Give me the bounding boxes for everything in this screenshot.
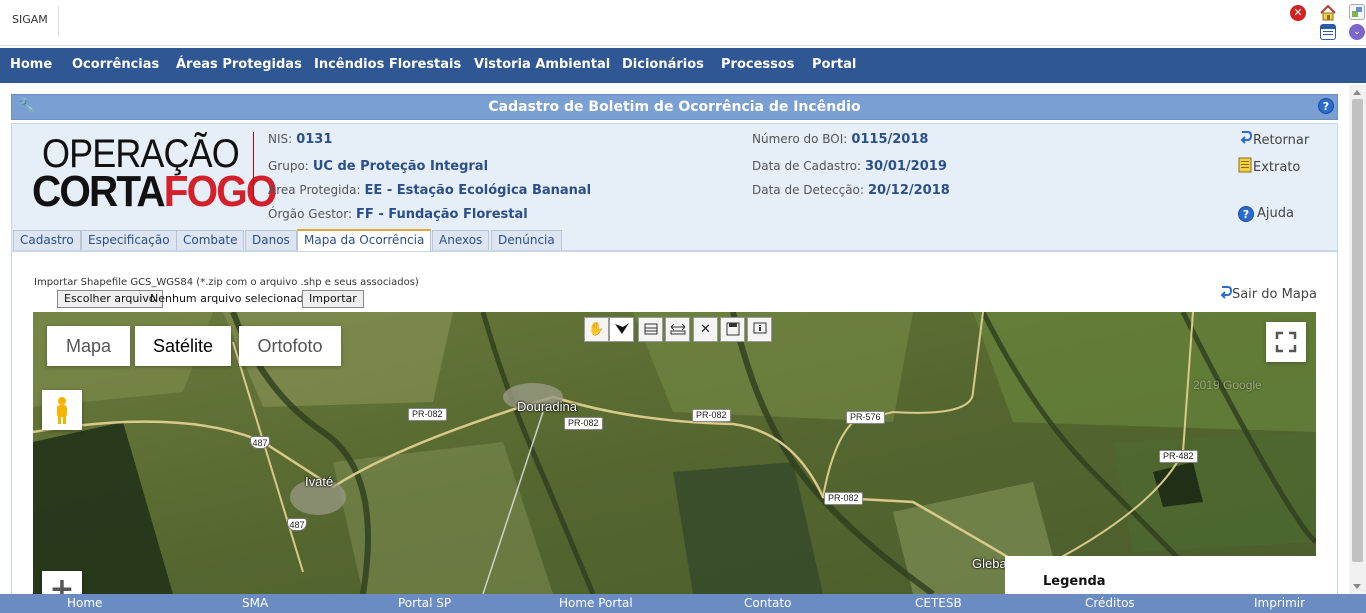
help-icon[interactable]: ?	[1318, 98, 1334, 114]
retornar-link[interactable]: Retornar	[1238, 130, 1309, 148]
nav-dicionarios[interactable]: Dicionários	[622, 57, 704, 72]
sair-do-mapa-link[interactable]: Sair do Mapa	[1218, 285, 1317, 302]
fullscreen-icon[interactable]	[1266, 322, 1306, 362]
boi-number-field: Número do BOI: 0115/2018	[752, 132, 929, 147]
road-label: PR-082	[564, 417, 603, 430]
map-legend: Legenda	[1005, 556, 1316, 594]
help-icon: ?	[1238, 206, 1254, 222]
tab-mapa-da-ocorrencia[interactable]: Mapa da Ocorrência	[297, 229, 432, 251]
footer-home-portal[interactable]: Home Portal	[559, 596, 633, 610]
return-arrow-icon	[1238, 130, 1253, 144]
tab-denuncia[interactable]: Denúncia	[491, 230, 562, 250]
footer-contato[interactable]: Contato	[744, 596, 791, 610]
road-label: PR-082	[692, 409, 731, 422]
nis-field: NIS: 0131	[268, 132, 333, 147]
measure-area-icon[interactable]	[638, 317, 663, 342]
footer-sma[interactable]: SMA	[242, 596, 268, 610]
extrato-link[interactable]: Extrato	[1238, 157, 1300, 175]
draw-polygon-icon[interactable]	[609, 317, 634, 342]
nav-incendios-florestais[interactable]: Incêndios Florestais	[314, 57, 461, 72]
app-brand: SIGAM	[12, 13, 48, 26]
grupo-field: Grupo: UC de Proteção Integral	[268, 159, 489, 174]
main-nav: Home Ocorrências Áreas Protegidas Incênd…	[0, 48, 1366, 83]
footer-home[interactable]: Home	[67, 596, 102, 610]
scroll-up-icon[interactable]	[1353, 90, 1361, 95]
data-deteccao-field: Data de Detecção: 20/12/2018	[752, 183, 950, 198]
import-button[interactable]: Importar	[302, 290, 364, 308]
info-icon[interactable]	[747, 317, 772, 342]
top-icon-group: ✕ ⌄ ?	[1216, 3, 1366, 43]
highway-shield: 487	[250, 436, 270, 449]
occurrence-map[interactable]: Mapa Satélite Ortofoto ✋ ✕ + Douradina I…	[33, 312, 1316, 594]
scroll-thumb[interactable]	[1352, 99, 1363, 562]
footer-imprimir[interactable]: Imprimir	[1254, 596, 1305, 610]
tab-especificacao[interactable]: Especificação	[81, 230, 177, 250]
footer-bar: Home SMA Portal SP Home Portal Contato C…	[0, 594, 1366, 613]
broken-image-icon[interactable]	[1349, 4, 1365, 20]
nav-ocorrencias[interactable]: Ocorrências	[72, 57, 159, 72]
close-icon[interactable]: ✕	[1290, 5, 1306, 21]
map-type-ortofoto[interactable]: Ortofoto	[239, 326, 341, 366]
logo-divider	[253, 132, 254, 204]
orgao-gestor-field: Órgão Gestor: FF - Fundação Florestal	[268, 207, 528, 222]
map-type-satelite[interactable]: Satélite	[135, 326, 231, 366]
scroll-down-icon[interactable]	[1353, 584, 1361, 589]
page-title-bar: 🔧 Cadastro de Boletim de Ocorrência de I…	[11, 94, 1338, 120]
nav-areas-protegidas[interactable]: Áreas Protegidas	[176, 57, 302, 72]
nav-home[interactable]: Home	[10, 57, 52, 72]
footer-cetesb[interactable]: CETESB	[915, 596, 962, 610]
footer-portal-sp[interactable]: Portal SP	[398, 596, 451, 610]
home-icon[interactable]	[1319, 4, 1336, 21]
save-icon[interactable]	[720, 317, 745, 342]
road-label: PR-482	[1159, 450, 1198, 463]
calendar-icon[interactable]	[1320, 24, 1336, 40]
ajuda-link[interactable]: ? Ajuda	[1238, 206, 1294, 222]
tab-anexos[interactable]: Anexos	[432, 230, 490, 250]
page-scrollbar[interactable]	[1349, 85, 1366, 594]
operacao-corta-fogo-logo: OPERAÇÃO CORTAFOGO	[32, 132, 277, 214]
area-protegida-field: Área Protegida: EE - Estação Ecológica Ba…	[268, 183, 592, 198]
nav-vistoria-ambiental[interactable]: Vistoria Ambiental	[474, 57, 610, 72]
imagery-watermark: 2019 Google	[1193, 378, 1262, 392]
zoom-in-button[interactable]: +	[42, 571, 82, 594]
tab-danos[interactable]: Danos	[245, 230, 297, 250]
measure-distance-icon[interactable]	[665, 317, 690, 342]
data-cadastro-field: Data de Cadastro: 30/01/2019	[752, 159, 947, 174]
place-label: Gleba	[972, 556, 1007, 571]
footer-creditos[interactable]: Créditos	[1085, 596, 1135, 610]
return-arrow-icon	[1218, 285, 1232, 301]
road-label: PR-082	[824, 492, 863, 505]
document-icon	[1238, 157, 1252, 173]
street-view-pegman-icon[interactable]	[42, 390, 82, 430]
place-label: Douradina	[517, 399, 577, 414]
top-bar: SIGAM ✕ ⌄ ?	[0, 0, 1366, 46]
import-shapefile-label: Importar Shapefile GCS_WGS84 (*.zip com …	[34, 277, 419, 288]
no-file-selected-text: Nenhum arquivo selecionado	[150, 292, 311, 305]
clear-icon[interactable]: ✕	[693, 317, 718, 342]
nav-portal[interactable]: Portal	[812, 57, 856, 72]
legend-title: Legenda	[1043, 574, 1106, 589]
page-title: Cadastro de Boletim de Ocorrência de Inc…	[488, 99, 861, 115]
hand-pan-icon[interactable]: ✋	[584, 317, 609, 342]
logo-line-2: CORTAFOGO	[32, 167, 277, 216]
map-type-mapa[interactable]: Mapa	[47, 326, 130, 366]
road-label: PR-576	[846, 411, 885, 424]
brand-divider	[58, 6, 59, 36]
highway-shield: 487	[287, 518, 307, 531]
place-label: Ivaté	[305, 474, 334, 489]
shield-icon[interactable]: ⌄	[1349, 24, 1365, 40]
tab-cadastro[interactable]: Cadastro	[13, 230, 81, 250]
road-label: PR-082	[408, 408, 447, 421]
tab-combate[interactable]: Combate	[176, 230, 245, 250]
nav-processos[interactable]: Processos	[721, 57, 795, 72]
choose-file-button[interactable]: Escolher arquivo	[57, 290, 163, 308]
